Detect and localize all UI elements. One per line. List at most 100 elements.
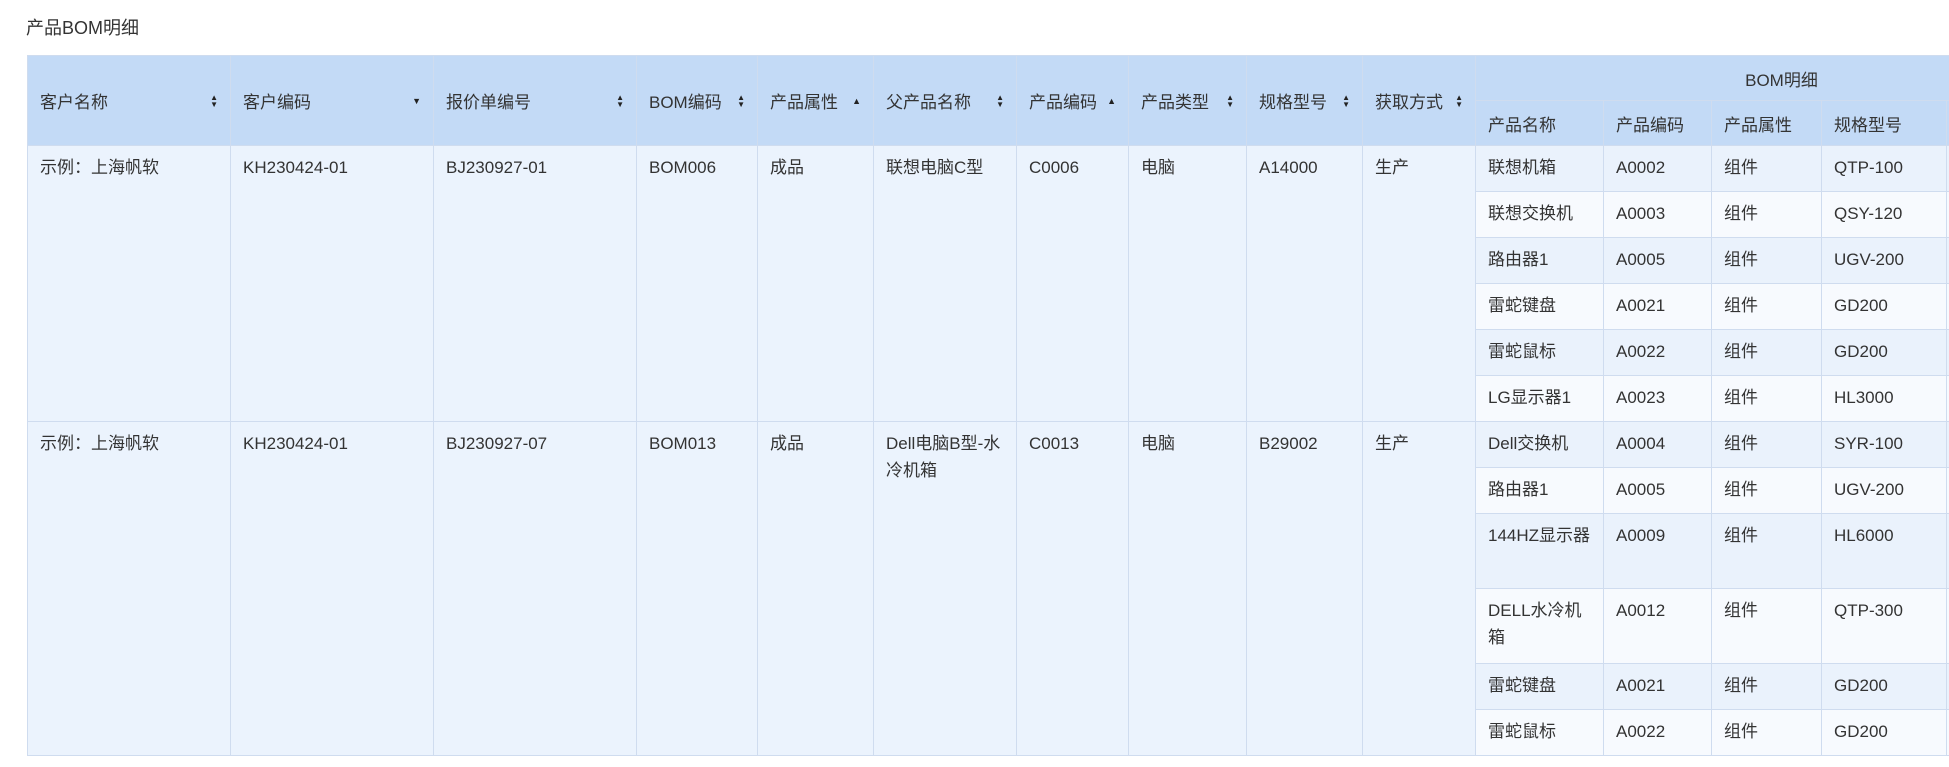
sort-both-icon[interactable]: ▲ ▼ [737,93,745,108]
sort-desc-icon[interactable]: ▼ [412,96,421,106]
sort-asc-icon[interactable]: ▲ [852,96,861,106]
column-header-label: 客户编码 [243,93,311,112]
detail-product-attr-cell: 组件 [1711,145,1822,192]
customer-name-cell: 示例：上海帆软 [27,145,231,422]
detail-product-code-cell: A0022 [1603,709,1712,756]
sort-asc-icon[interactable]: ▲ [1107,96,1116,106]
acquire-method-cell: 生产 [1362,421,1476,756]
sort-both-icon[interactable]: ▲ ▼ [1226,93,1234,108]
sub-column-header-0: 产品名称 [1475,100,1604,146]
detail-product-attr-cell: 组件 [1711,588,1822,664]
sub-column-header-2: 产品属性 [1711,100,1822,146]
sort-both-icon[interactable]: ▲ ▼ [210,93,218,108]
column-header-label: 产品编码 [1029,93,1097,112]
detail-product-code-cell: A0021 [1603,283,1712,330]
table-row[interactable]: 示例：上海帆软 KH230424-01 BJ230927-07 BOM013 成品 Del… [27,421,1949,756]
quote-number-cell: BJ230927-07 [433,421,637,756]
detail-product-name-cell: 雷蛇鼠标 [1475,709,1604,756]
detail-spec-model-cell: GD200 [1821,663,1947,710]
column-header-9[interactable]: 获取方式 ▲ ▼ [1362,55,1476,146]
detail-product-attr-cell: 组件 [1711,283,1822,330]
parent-product-name-cell: Dell电脑B型-水冷机箱 [873,421,1017,756]
detail-product-name-cell: 路由器1 [1475,237,1604,284]
detail-spec-model-cell: UGV-200 [1821,237,1947,284]
detail-spec-model-cell: HL6000 [1821,513,1947,589]
detail-product-attr-cell: 组件 [1711,329,1822,376]
product-code-cell: C0006 [1016,145,1129,422]
detail-product-attr-cell: 组件 [1711,467,1822,514]
column-header-3[interactable]: BOM编码 ▲ ▼ [636,55,758,146]
sort-both-icon[interactable]: ▲ ▼ [996,93,1004,108]
detail-product-name-cell: Dell交换机 [1475,421,1604,468]
column-header-label: 客户名称 [40,93,108,112]
bom-code-cell: BOM013 [636,421,758,756]
column-header-label: 规格型号 [1259,93,1327,112]
detail-product-code-cell: A0012 [1603,588,1712,664]
group-header-bom-detail: BOM明细 [1475,55,1949,101]
product-type-cell: 电脑 [1128,145,1247,422]
sort-both-icon[interactable]: ▲ ▼ [616,93,624,108]
column-header-label: 获取方式 [1375,93,1443,112]
parent-product-name-cell: 联想电脑C型 [873,145,1017,422]
column-header-2[interactable]: 报价单编号 ▲ ▼ [433,55,637,146]
detail-product-name-cell: 雷蛇键盘 [1475,663,1604,710]
page-title: 产品BOM明细 [26,18,140,38]
detail-product-name-cell: LG显示器1 [1475,375,1604,422]
detail-product-attr-cell: 组件 [1711,421,1822,468]
detail-product-code-cell: A0009 [1603,513,1712,589]
detail-product-attr-cell: 组件 [1711,375,1822,422]
detail-product-name-cell: 雷蛇键盘 [1475,283,1604,330]
quote-number-cell: BJ230927-01 [433,145,637,422]
table-row[interactable]: 示例：上海帆软 KH230424-01 BJ230927-01 BOM006 成品 联想电… [27,145,1949,422]
detail-spec-model-cell: GD200 [1821,283,1947,330]
detail-product-attr-cell: 组件 [1711,513,1822,589]
spec-model-cell: B29002 [1246,421,1363,756]
detail-spec-model-cell: GD200 [1821,709,1947,756]
spec-model-cell: A14000 [1246,145,1363,422]
sort-both-icon[interactable]: ▲ ▼ [1455,93,1463,108]
column-header-label: 产品类型 [1141,93,1209,112]
detail-product-code-cell: A0004 [1603,421,1712,468]
detail-product-code-cell: A0002 [1603,145,1712,192]
detail-product-name-cell: 联想机箱 [1475,145,1604,192]
product-attr-cell: 成品 [757,145,874,422]
acquire-method-cell: 生产 [1362,145,1476,422]
detail-product-name-cell: 雷蛇鼠标 [1475,329,1604,376]
sub-column-header-3: 规格型号 [1821,100,1947,146]
bom-table: 客户名称 ▲ ▼ 客户编码 ▼ 报价单编号 ▲ ▼ BOM编码 ▲ ▼ 产品属性 ▲ 父产品名称 ▲ ▼ 产品编… [27,55,1949,756]
customer-code-cell: KH230424-01 [230,145,434,422]
detail-spec-model-cell: QTP-100 [1821,145,1947,192]
detail-spec-model-cell: SYR-100 [1821,421,1947,468]
column-header-1[interactable]: 客户编码 ▼ [230,55,434,146]
column-header-label: BOM编码 [649,93,722,112]
column-header-7[interactable]: 产品类型 ▲ ▼ [1128,55,1247,146]
detail-product-attr-cell: 组件 [1711,237,1822,284]
detail-product-name-cell: 路由器1 [1475,467,1604,514]
customer-name-cell: 示例：上海帆软 [27,421,231,756]
column-header-label: 父产品名称 [886,93,971,112]
sub-column-header-1: 产品编码 [1603,100,1712,146]
sort-both-icon[interactable]: ▲ ▼ [1342,93,1350,108]
detail-spec-model-cell: QSY-120 [1821,191,1947,238]
bom-code-cell: BOM006 [636,145,758,422]
detail-product-code-cell: A0005 [1603,467,1712,514]
column-header-8[interactable]: 规格型号 ▲ ▼ [1246,55,1363,146]
bom-table-container[interactable]: 客户名称 ▲ ▼ 客户编码 ▼ 报价单编号 ▲ ▼ BOM编码 ▲ ▼ 产品属性 ▲ 父产品名称 ▲ ▼ 产品编… [27,55,1949,767]
detail-product-code-cell: A0021 [1603,663,1712,710]
detail-product-attr-cell: 组件 [1711,709,1822,756]
column-header-6[interactable]: 产品编码 ▲ [1016,55,1129,146]
detail-spec-model-cell: HL3000 [1821,375,1947,422]
product-code-cell: C0013 [1016,421,1129,756]
column-header-5[interactable]: 父产品名称 ▲ ▼ [873,55,1017,146]
column-header-4[interactable]: 产品属性 ▲ [757,55,874,146]
detail-spec-model-cell: GD200 [1821,329,1947,376]
detail-spec-model-cell: UGV-200 [1821,467,1947,514]
detail-product-name-cell: 144HZ显示器 [1475,513,1604,589]
product-attr-cell: 成品 [757,421,874,756]
detail-product-code-cell: A0022 [1603,329,1712,376]
column-header-0[interactable]: 客户名称 ▲ ▼ [27,55,231,146]
column-header-label: 报价单编号 [446,93,531,112]
column-header-label: 产品属性 [770,93,838,112]
detail-product-attr-cell: 组件 [1711,663,1822,710]
detail-product-attr-cell: 组件 [1711,191,1822,238]
